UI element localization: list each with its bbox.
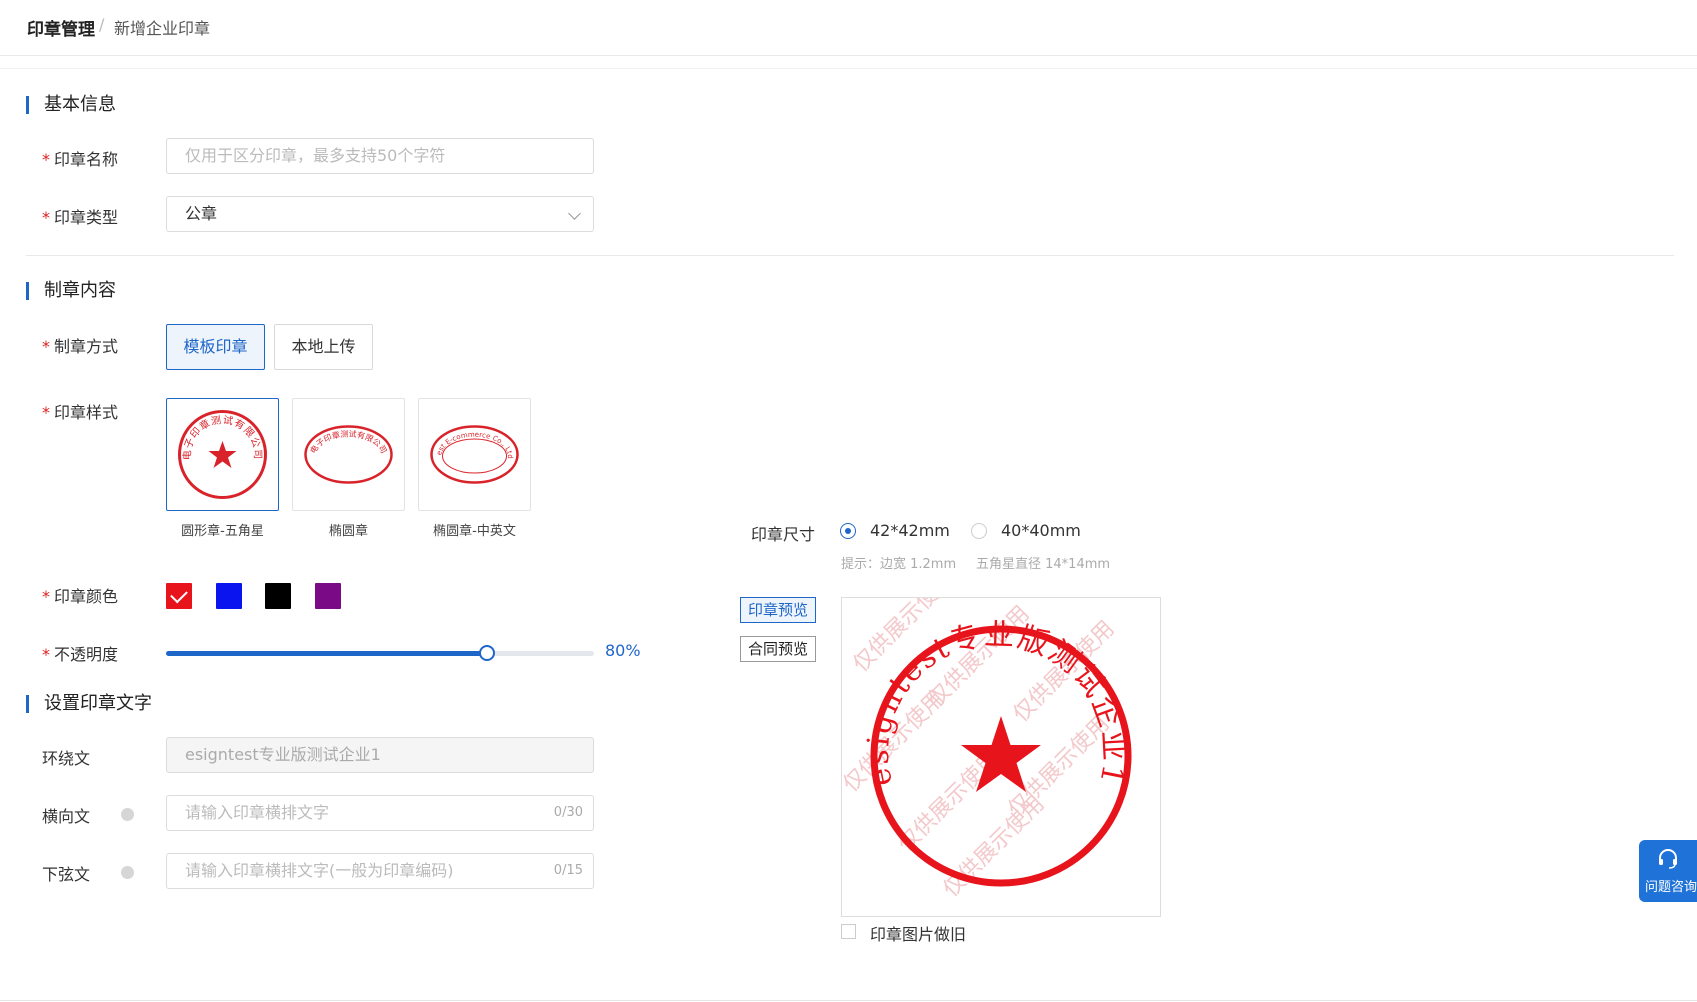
color-label: * 印章颜色 (42, 587, 119, 606)
top-bar (0, 0, 1697, 56)
breadcrumb-root[interactable]: 印章管理 (27, 15, 95, 40)
seal-type-label: * 印章类型 (42, 208, 119, 227)
style-caption-round-star: 圆形章-五角星 (181, 524, 264, 539)
opacity-slider-fill (166, 651, 487, 656)
size-hint-star: 五角星直径 14*14mm (976, 557, 1111, 572)
oval-bilingual-seal-thumbnail-icon: Test E-commerce Co., Ltd (416, 393, 519, 484)
help-consult-button[interactable]: 问题咨询 (1639, 840, 1697, 902)
style-caption-oval-bilingual: 椭圆章-中英文 (433, 524, 516, 539)
horizontal-text-label: 横向文 (42, 807, 91, 826)
round-seal-thumbnail-icon: 电子印章测试有限公司 (178, 410, 267, 499)
section-title-text: 设置印章文字 (26, 695, 152, 713)
style-caption-oval: 椭圆章 (328, 524, 368, 539)
footer-divider (0, 1000, 1697, 1001)
horizontal-text-input[interactable]: 请输入印章横排文字 0/30 (166, 795, 594, 831)
style-card-round-star[interactable]: 电子印章测试有限公司 (166, 398, 279, 511)
info-icon[interactable] (121, 808, 134, 821)
check-icon (170, 585, 188, 604)
bottom-text-input[interactable]: 请输入印章横排文字(一般为印章编码) 0/15 (166, 853, 594, 889)
style-card-oval-bilingual[interactable]: Test E-commerce Co., Ltd (416, 393, 531, 511)
size-label: 印章尺寸 (751, 525, 816, 544)
opacity-label: * 不透明度 (42, 645, 119, 664)
method-label: * 制章方式 (42, 337, 119, 356)
seal-preview-panel: 仅供展示使用 仅供展示使用 仅供展示使用 仅供展示使用 仅供展示使用 仅供展示使… (839, 566, 1161, 917)
horizontal-text-counter: 0/30 (553, 805, 583, 820)
size-radio-42[interactable] (840, 523, 856, 539)
color-swatch-purple[interactable] (315, 583, 341, 609)
section-title-content: 制章内容 (26, 282, 116, 300)
seal-type-select[interactable]: 公章 (166, 196, 594, 232)
ring-text-input: esigntest专业版测试企业1 (166, 737, 594, 773)
ring-text-label: 环绕文 (42, 749, 91, 768)
bottom-text-label: 下弦文 (42, 865, 91, 884)
size-radio-40[interactable] (971, 523, 987, 539)
opacity-slider-handle[interactable] (479, 645, 495, 661)
size-option-42-label[interactable]: 42*42mm (870, 521, 950, 540)
style-card-oval[interactable]: 电子印章测试有限公司 (292, 398, 405, 511)
breadcrumb-separator: / (99, 15, 105, 34)
color-swatch-blue[interactable] (216, 583, 242, 609)
contract-preview-button[interactable]: 合同预览 (740, 636, 817, 662)
seal-name-label: * 印章名称 (42, 150, 119, 169)
chevron-down-icon (568, 207, 581, 220)
size-hint-border: 提示：边宽 1.2mm (841, 557, 957, 572)
bottom-text-counter: 0/15 (553, 863, 583, 878)
opacity-value: 80% (605, 641, 641, 660)
section-divider (26, 255, 1674, 256)
color-swatch-red[interactable] (166, 583, 192, 609)
headset-icon (1659, 849, 1677, 869)
color-swatch-black[interactable] (265, 583, 291, 609)
info-icon[interactable] (121, 866, 134, 879)
seal-name-input[interactable]: 仅用于区分印章，最多支持50个字符 (166, 138, 594, 174)
seal-preview-button[interactable]: 印章预览 (740, 597, 817, 623)
help-consult-label: 问题咨询 (1645, 880, 1697, 895)
oval-seal-thumbnail-icon: 电子印章测试有限公司 (304, 425, 393, 484)
method-upload-button[interactable]: 本地上传 (274, 324, 373, 370)
aged-effect-checkbox[interactable] (841, 924, 856, 939)
size-option-40-label[interactable]: 40*40mm (1001, 521, 1081, 540)
header-divider (0, 68, 1697, 69)
seal-preview-image: 仅供展示使用 仅供展示使用 仅供展示使用 仅供展示使用 仅供展示使用 仅供展示使… (839, 566, 1132, 902)
aged-effect-label[interactable]: 印章图片做旧 (870, 921, 966, 945)
breadcrumb-current: 新增企业印章 (114, 19, 211, 38)
method-template-button[interactable]: 模板印章 (166, 324, 265, 370)
style-label: * 印章样式 (42, 403, 119, 422)
section-title-basic: 基本信息 (26, 96, 116, 114)
